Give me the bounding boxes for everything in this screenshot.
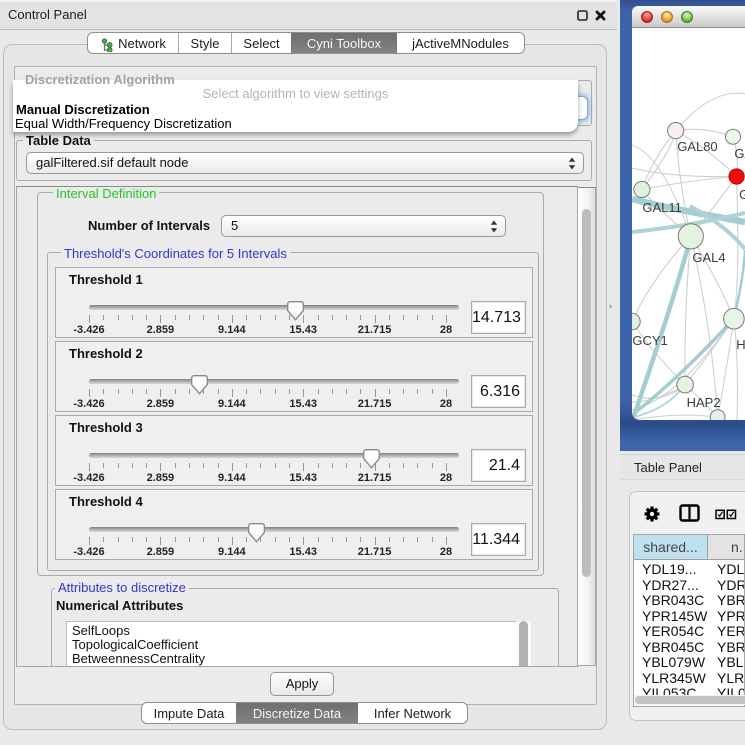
svg-text:GAL4: GAL4 [692,250,725,265]
svg-text:HAP2: HAP2 [687,395,721,410]
svg-text:GAL4: GAL4 [734,146,745,161]
svg-text:GAL11: GAL11 [642,200,682,215]
svg-text:GCY1: GCY1 [632,333,667,348]
svg-text:HIS4: HIS4 [736,337,745,352]
svg-text:GAL80: GAL80 [677,139,717,154]
svg-text:GAL: GAL [739,187,745,202]
